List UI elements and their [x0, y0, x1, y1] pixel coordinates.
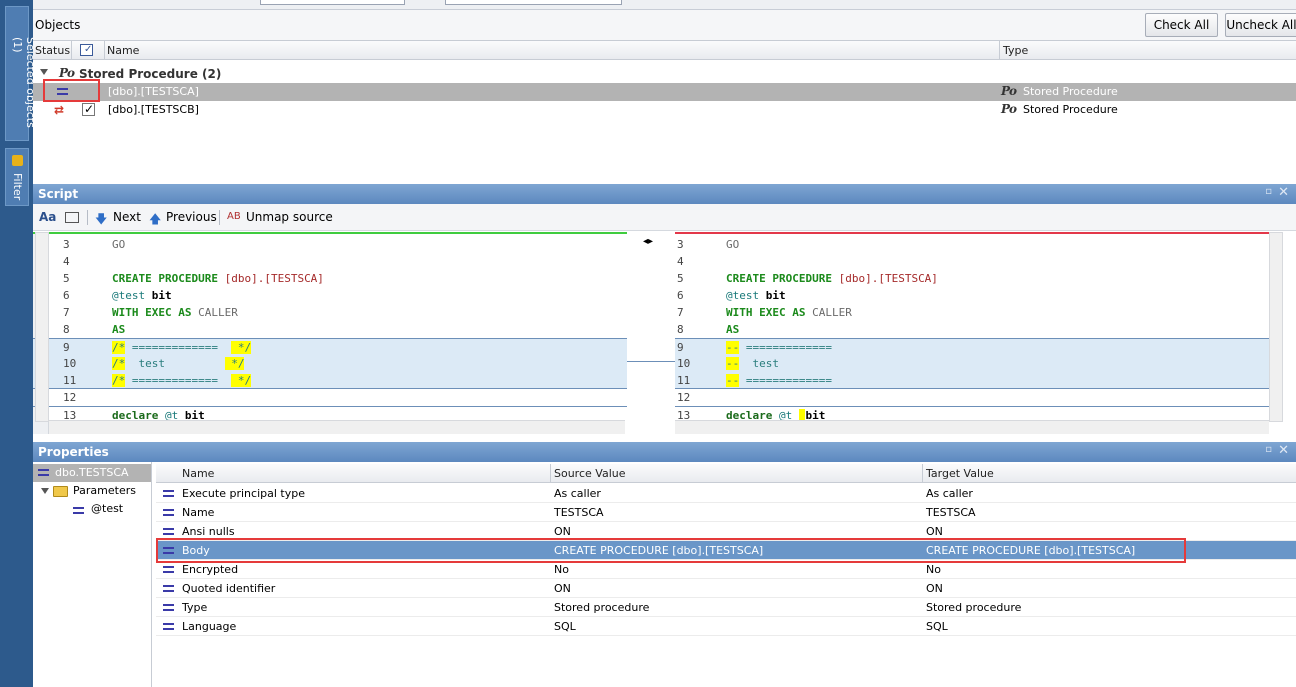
- object-name: [dbo].[TESTSCA]: [108, 85, 199, 98]
- toolbar-dropdown-2[interactable]: [445, 0, 622, 5]
- filter-label: Filter: [11, 173, 24, 201]
- script-title: Script: [38, 187, 79, 201]
- equal-status-icon: [163, 603, 174, 612]
- procedure-icon: Pᴏ: [59, 66, 75, 80]
- equal-status-icon: [163, 527, 174, 536]
- objects-panel: Objects Check All Uncheck All Status ✓ N…: [33, 10, 1296, 180]
- different-status-icon: ⇄: [54, 103, 65, 117]
- script-title-bar: Script ▫ ✕: [33, 184, 1296, 204]
- column-name[interactable]: Name: [182, 467, 214, 480]
- equal-status-icon: [163, 622, 174, 631]
- uncheck-all-button[interactable]: Uncheck All: [1225, 13, 1296, 37]
- source-code-pane[interactable]: 3 GO 4 5 CREATE PROCEDURE [dbo].[TESTSCA] …: [33, 232, 627, 434]
- pin-icon[interactable]: ▫: [1265, 186, 1272, 197]
- select-all-checkbox-icon[interactable]: ✓: [80, 44, 93, 56]
- whitespace-icon[interactable]: [65, 212, 79, 223]
- column-name[interactable]: Name: [107, 44, 139, 57]
- column-source-value[interactable]: Source Value: [554, 467, 625, 480]
- close-icon[interactable]: ✕: [1278, 185, 1289, 200]
- properties-tree: dbo.TESTSCA Parameters @test: [33, 462, 152, 687]
- pin-icon[interactable]: ▫: [1265, 444, 1272, 455]
- folder-icon: [53, 486, 68, 497]
- close-icon[interactable]: ✕: [1278, 443, 1289, 458]
- sync-scroll-icon[interactable]: ◂▸: [643, 236, 653, 247]
- objects-column-header: Status ✓ Name Type: [33, 40, 1296, 60]
- check-all-button[interactable]: Check All: [1145, 13, 1218, 37]
- objects-header: Objects Check All Uncheck All: [33, 10, 1296, 40]
- right-horizontal-scrollbar[interactable]: [675, 420, 1269, 434]
- equal-status-icon: [163, 565, 174, 574]
- property-row[interactable]: Execute principal type As caller As call…: [156, 484, 1296, 503]
- previous-arrow-icon[interactable]: 🡅: [149, 210, 161, 231]
- highlight-box: [43, 79, 100, 102]
- group-row-stored-procedure[interactable]: Pᴏ Stored Procedure (2): [33, 65, 1296, 83]
- object-row[interactable]: ⇄ ✓ [dbo].[TESTSCB] Pᴏ Stored Procedure: [33, 101, 1296, 119]
- object-name: [dbo].[TESTSCB]: [108, 103, 199, 116]
- unmap-source-button[interactable]: Unmap source: [246, 210, 333, 224]
- script-toolbar: Aa 🡇 Next 🡅 Previous AB Unmap source: [33, 204, 1296, 231]
- next-button[interactable]: Next: [113, 210, 141, 224]
- properties-grid-header: Name Source Value Target Value: [156, 464, 1296, 483]
- left-rail: Selected objects (1) Filter: [0, 0, 37, 687]
- equal-status-icon: [163, 508, 174, 517]
- properties-title-bar: Properties ▫ ✕: [33, 442, 1296, 462]
- equal-status-icon: [38, 468, 49, 477]
- equal-status-icon: [163, 584, 174, 593]
- column-type[interactable]: Type: [1003, 44, 1028, 57]
- previous-button[interactable]: Previous: [166, 210, 217, 224]
- tree-item-root[interactable]: dbo.TESTSCA: [33, 464, 151, 482]
- include-checkbox[interactable]: ✓: [82, 102, 95, 116]
- objects-title: Objects: [35, 18, 81, 32]
- equal-status-icon: [163, 489, 174, 498]
- toolbar-dropdown-1[interactable]: [260, 0, 405, 5]
- column-status[interactable]: Status: [35, 44, 70, 57]
- script-panel: Script ▫ ✕ Aa 🡇 Next 🡅 Previous AB Unmap…: [33, 184, 1296, 434]
- left-horizontal-scrollbar[interactable]: [49, 420, 625, 434]
- diff-connector: ◂▸: [627, 232, 675, 434]
- properties-title: Properties: [38, 445, 109, 459]
- property-row[interactable]: Quoted identifier ON ON: [156, 579, 1296, 598]
- equal-status-icon: [73, 506, 84, 515]
- ignore-case-icon[interactable]: Aa: [39, 210, 56, 224]
- properties-panel: Properties ▫ ✕ dbo.TESTSCA Parameters @t…: [33, 442, 1296, 687]
- unmap-icon[interactable]: AB: [227, 211, 241, 222]
- filter-tab[interactable]: Filter: [5, 148, 29, 206]
- property-row[interactable]: Name TESTSCA TESTSCA: [156, 503, 1296, 522]
- selected-objects-tab[interactable]: Selected objects (1): [5, 6, 37, 141]
- column-target-value[interactable]: Target Value: [926, 467, 994, 480]
- expand-icon[interactable]: [40, 69, 48, 75]
- procedure-icon: Pᴏ: [1001, 84, 1017, 98]
- filter-icon: [12, 155, 23, 166]
- target-code-pane[interactable]: 3 GO 4 5 CREATE PROCEDURE [dbo].[TESTSCA] …: [675, 232, 1269, 434]
- object-row[interactable]: [dbo].[TESTSCA] Pᴏ Stored Procedure: [33, 83, 1296, 101]
- properties-grid: Name Source Value Target Value Execute p…: [156, 462, 1296, 687]
- object-type: Stored Procedure: [1023, 85, 1118, 98]
- property-row[interactable]: Type Stored procedure Stored procedure: [156, 598, 1296, 617]
- procedure-icon: Pᴏ: [1001, 102, 1017, 116]
- next-arrow-icon[interactable]: 🡇: [95, 210, 107, 231]
- left-vertical-scrollbar[interactable]: [35, 232, 49, 422]
- object-type: Stored Procedure: [1023, 103, 1118, 116]
- group-label: Stored Procedure (2): [79, 67, 222, 81]
- property-row[interactable]: Language SQL SQL: [156, 617, 1296, 636]
- highlight-box: [156, 538, 1186, 563]
- right-vertical-scrollbar[interactable]: [1269, 232, 1283, 422]
- top-toolbar: [33, 0, 1296, 10]
- expand-icon[interactable]: [41, 488, 49, 494]
